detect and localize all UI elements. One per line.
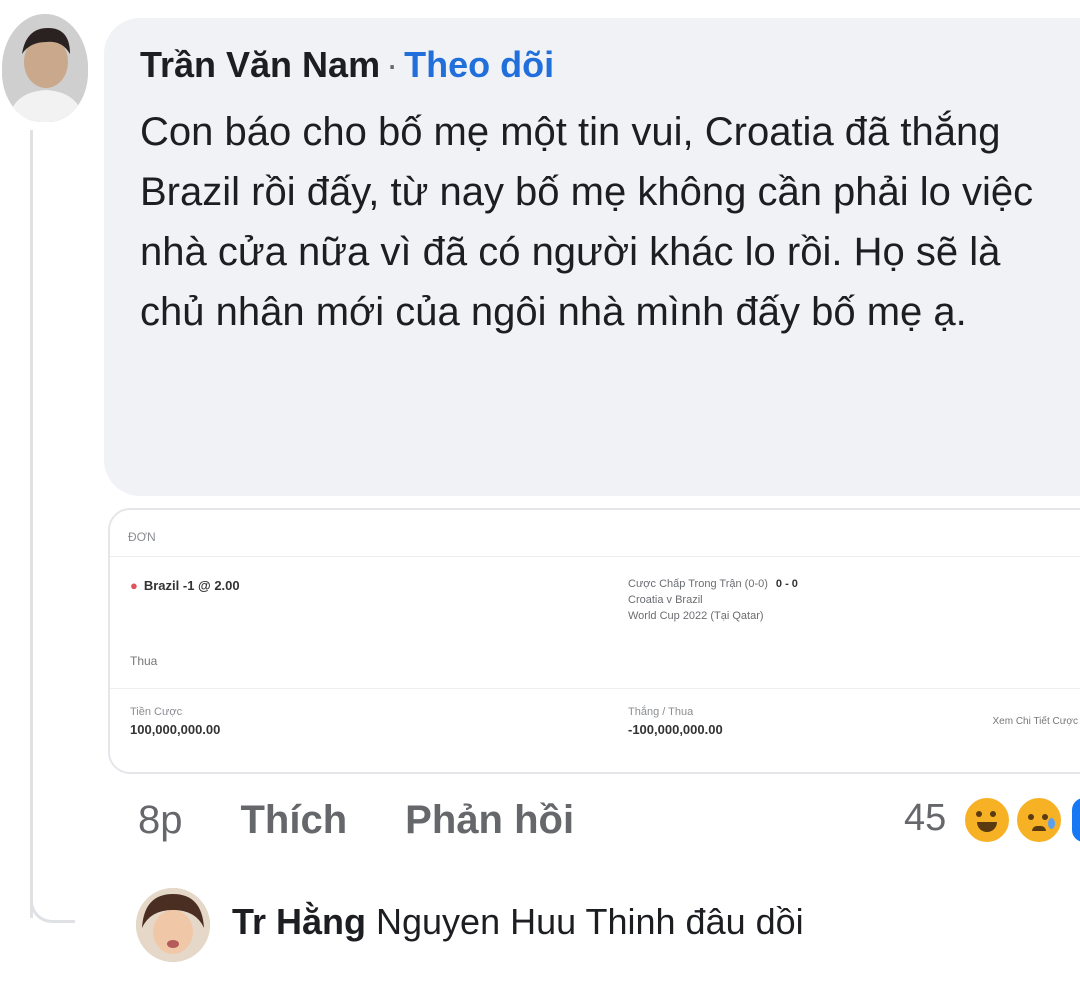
- comment-text: Con báo cho bố mẹ một tin vui, Croatia đ…: [140, 110, 1034, 334]
- bet-competition: World Cup 2022 (Tại Qatar): [628, 610, 764, 622]
- winloss-value: -100,000,000.00: [628, 722, 723, 737]
- divider: [110, 556, 1080, 557]
- winloss-label: Thắng / Thua: [628, 706, 694, 718]
- comment-actions: 8p Thích Phản hồi: [138, 790, 632, 850]
- comment-time[interactable]: 8p: [138, 798, 183, 842]
- haha-icon: [962, 795, 1011, 844]
- reply-avatar-photo-icon: [136, 888, 210, 962]
- reply-comment: Tr Hằng Nguyen Huu Thinh đâu dồi: [232, 892, 804, 952]
- bet-slip-header: ĐƠN: [128, 530, 156, 544]
- bet-detail-link[interactable]: Xem Chi Tiết Cược: [993, 716, 1079, 727]
- reply-author[interactable]: Tr Hằng: [232, 901, 366, 942]
- bet-score: 0 - 0: [775, 578, 798, 590]
- bet-status: Thua: [130, 654, 158, 668]
- divider: [110, 688, 1080, 689]
- bet-marker-icon: ●: [130, 578, 138, 593]
- like-button[interactable]: Thích: [241, 798, 348, 842]
- bet-market: Cược Chấp Trong Trận (0-0): [628, 578, 768, 590]
- reaction-count: 45: [904, 797, 947, 839]
- reply-button[interactable]: Phản hồi: [405, 798, 574, 842]
- bet-pick: ● Brazil -1 @ 2.00: [130, 578, 240, 593]
- stake-label: Tiền Cược: [130, 706, 183, 718]
- bet-match: Croatia v Brazil: [628, 594, 703, 606]
- stake-value: 100,000,000.00: [130, 722, 221, 737]
- avatar[interactable]: [2, 14, 88, 122]
- reply-avatar[interactable]: [136, 888, 210, 962]
- comment-author[interactable]: Trần Văn Nam: [140, 44, 380, 85]
- reaction-summary[interactable]: 45: [904, 788, 1080, 848]
- reply-text: Nguyen Huu Thinh đâu dồi: [376, 901, 804, 942]
- follow-button[interactable]: Theo dõi: [404, 44, 554, 85]
- bet-slip-attachment[interactable]: ĐƠN ● Brazil -1 @ 2.00 Cược Chấp Trong Tr…: [108, 508, 1080, 774]
- thread-connector: [30, 880, 75, 923]
- bet-pick-text: Brazil -1 @ 2.00: [143, 578, 240, 593]
- like-icon: [1071, 797, 1080, 842]
- avatar-photo-icon: [2, 14, 88, 122]
- separator-dot: ·: [386, 44, 399, 85]
- bet-market-info: Cược Chấp Trong Trận (0-0) 0 - 0 Croatia …: [628, 576, 798, 624]
- comment-header: Trần Văn Nam · Theo dõi: [140, 40, 554, 90]
- thread-line: [30, 130, 33, 918]
- sad-icon: [1015, 795, 1064, 844]
